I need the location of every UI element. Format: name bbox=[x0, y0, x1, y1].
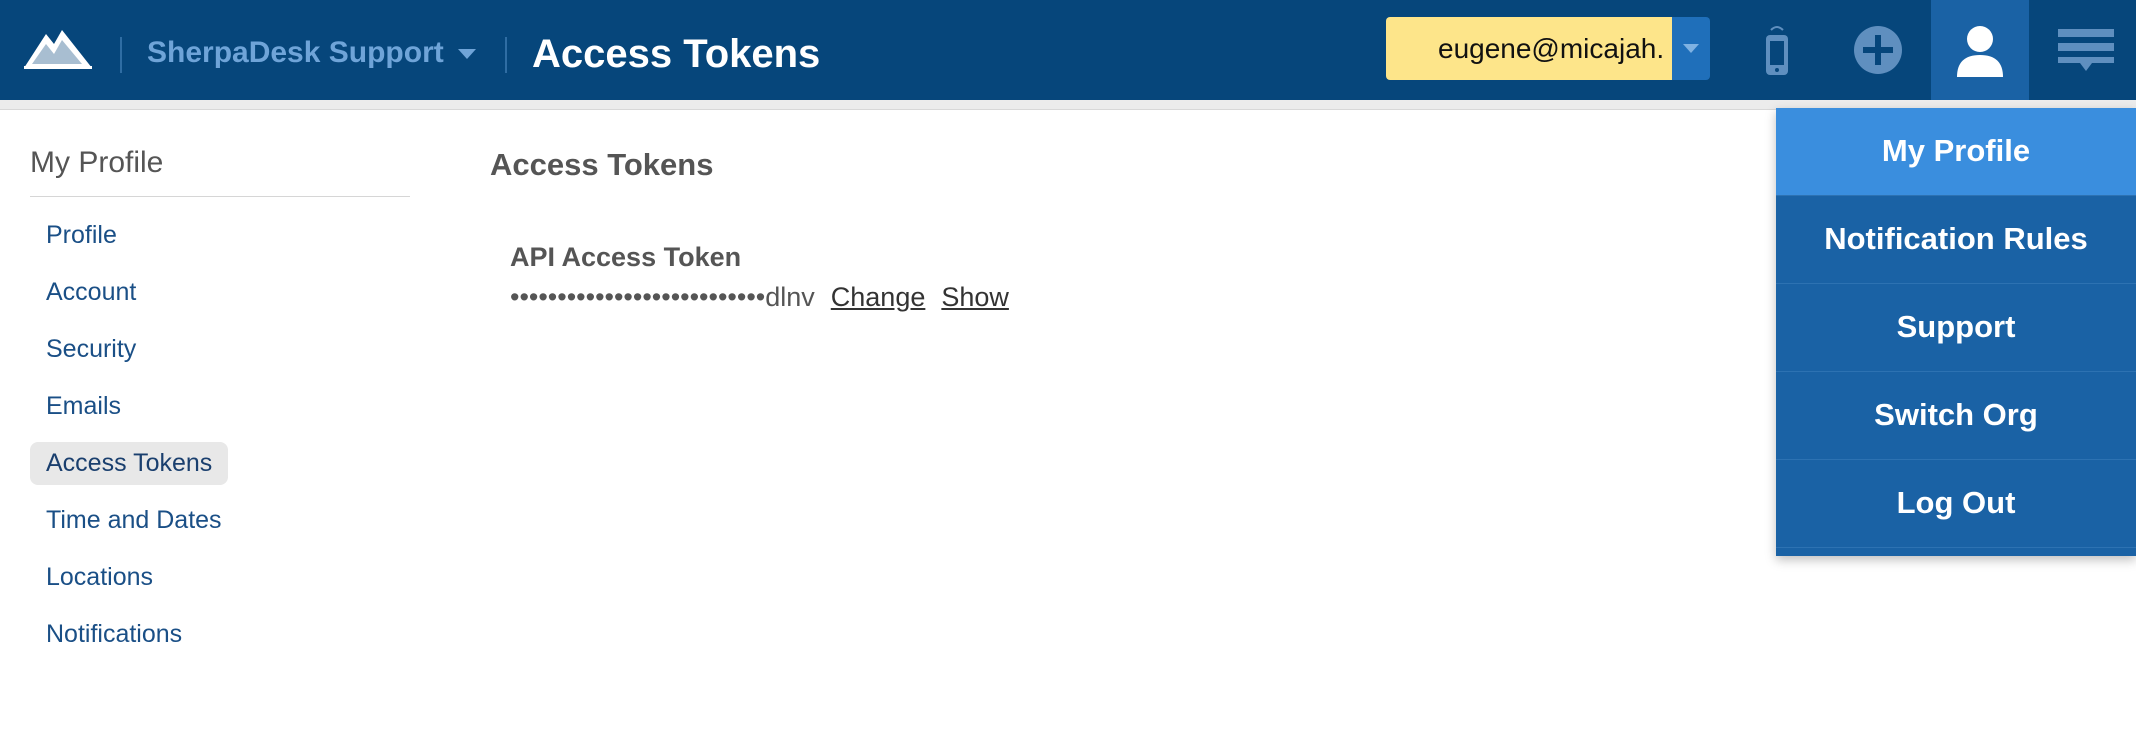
menu-item-log-out[interactable]: Log Out bbox=[1776, 460, 2136, 548]
sidebar-item-notifications[interactable]: Notifications bbox=[30, 613, 410, 656]
menu-item-my-profile[interactable]: My Profile bbox=[1776, 108, 2136, 196]
section-title: Access Tokens bbox=[490, 147, 714, 182]
sidebar-item-profile[interactable]: Profile bbox=[30, 214, 410, 257]
plus-circle-icon bbox=[1854, 26, 1902, 74]
header-divider bbox=[120, 37, 122, 73]
show-token-link[interactable]: Show bbox=[941, 282, 1009, 312]
menu-item-switch-org[interactable]: Switch Org bbox=[1776, 372, 2136, 460]
logo-mountain-icon[interactable] bbox=[24, 26, 92, 72]
add-new-button[interactable] bbox=[1833, 0, 1923, 100]
main-menu-button[interactable] bbox=[2036, 0, 2136, 100]
mobile-app-button[interactable] bbox=[1732, 0, 1822, 100]
mobile-phone-icon bbox=[1766, 26, 1788, 75]
sidebar-divider bbox=[30, 196, 410, 197]
header-divider bbox=[505, 37, 507, 73]
sidebar-nav: Profile Account Security Emails Access T… bbox=[30, 214, 410, 670]
sidebar-item-access-tokens[interactable]: Access Tokens bbox=[30, 442, 229, 485]
sidebar-item-account[interactable]: Account bbox=[30, 271, 410, 314]
sidebar-item-time-and-dates[interactable]: Time and Dates bbox=[30, 499, 410, 542]
profile-button[interactable] bbox=[1931, 0, 2029, 100]
sidebar-title: My Profile bbox=[30, 146, 164, 179]
chevron-down-icon[interactable] bbox=[458, 49, 476, 59]
token-label: API Access Token bbox=[510, 242, 742, 272]
token-row: •••••••••••••••••••••••••••dlnv Change Sho… bbox=[510, 282, 1009, 313]
top-navigation-bar: SherpaDesk Support Access Tokens eugene@… bbox=[0, 0, 2136, 100]
menu-item-notification-rules[interactable]: Notification Rules bbox=[1776, 196, 2136, 284]
hamburger-menu-icon bbox=[2058, 29, 2114, 71]
user-dropdown-menu: My Profile Notification Rules Support Sw… bbox=[1776, 108, 2136, 556]
sidebar-item-locations[interactable]: Locations bbox=[30, 556, 410, 599]
change-token-link[interactable]: Change bbox=[831, 282, 926, 312]
masked-token-value: •••••••••••••••••••••••••••dlnv bbox=[510, 282, 815, 312]
menu-item-support[interactable]: Support bbox=[1776, 284, 2136, 372]
sidebar-item-emails[interactable]: Emails bbox=[30, 385, 410, 428]
org-switcher[interactable]: SherpaDesk Support bbox=[147, 36, 444, 70]
user-icon bbox=[1957, 26, 2003, 77]
chevron-down-icon bbox=[1683, 44, 1699, 53]
sidebar-item-security[interactable]: Security bbox=[30, 328, 410, 371]
user-email-field[interactable]: eugene@micajah. bbox=[1386, 17, 1672, 80]
page-title: Access Tokens bbox=[532, 32, 821, 76]
user-dropdown-button[interactable] bbox=[1672, 17, 1710, 80]
